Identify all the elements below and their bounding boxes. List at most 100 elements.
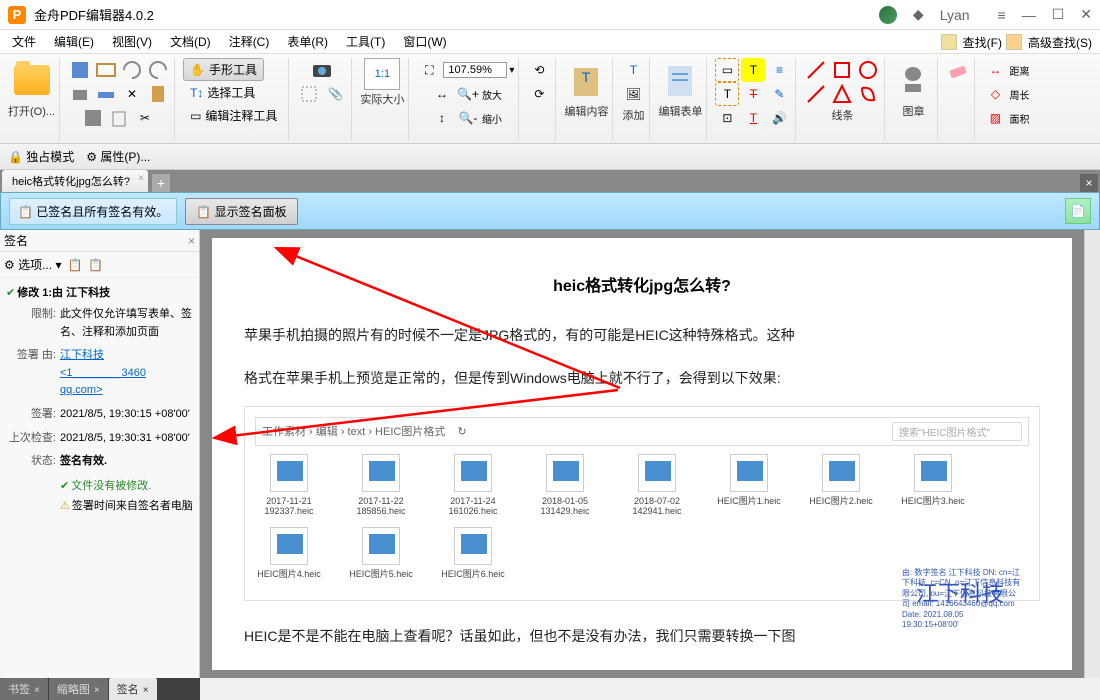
doc-tab[interactable]: heic格式转化jpg怎么转?× [2,170,148,192]
dist-icon[interactable]: ↔ [983,58,1007,82]
image2-icon[interactable]: 🖼 [621,82,645,106]
f7-icon[interactable]: ⊡ [715,106,739,130]
save-icon[interactable] [68,58,92,82]
document-area: heic格式转化jpg怎么转? 苹果手机拍摄的照片有的时候不一定是JPG格式的，… [200,230,1100,678]
fit-width-icon[interactable]: ↔ [430,82,454,106]
print-icon[interactable] [68,82,92,106]
paste-icon[interactable] [146,82,170,106]
doc-view-icon[interactable]: 📄 [1065,198,1091,224]
menu-form[interactable]: 表单(R) [279,31,336,52]
camera-icon[interactable] [310,58,334,82]
select-tool[interactable]: T↕选择工具 [183,81,262,104]
menu-comment[interactable]: 注释(C) [221,31,278,52]
check2-icon: ✔ [60,480,69,492]
shape4-icon[interactable] [856,82,880,106]
tab-signature[interactable]: 签名× [109,678,157,700]
tab-thumbnail[interactable]: 缩略图× [49,678,108,700]
image-icon[interactable] [81,106,105,130]
find-icon [941,34,957,50]
eraser-icon[interactable] [946,58,970,82]
attach-icon[interactable]: 📎 [323,82,347,106]
hand-tool[interactable]: ✋手形工具 [183,58,264,81]
scrollbar[interactable] [1084,230,1100,678]
properties[interactable]: ⚙ 属性(P)... [86,148,150,165]
zoomout-icon[interactable]: 🔍- [456,106,480,130]
zoom-input[interactable] [443,62,507,78]
f6-icon[interactable]: ✎ [767,82,791,106]
menu-edit[interactable]: 编辑(E) [46,31,102,52]
tab-close-icon[interactable]: × [138,173,144,184]
cut-icon[interactable]: ✂ [133,106,157,130]
app-title: 金舟PDF编辑器4.0.2 [34,5,879,24]
signby-link3[interactable]: qq.com> [60,384,103,396]
close-button[interactable]: ✕ [1080,6,1092,23]
stamp-tool[interactable] [893,58,933,102]
sig-options[interactable]: ⚙ 选项... ▾ [4,256,61,273]
crop-icon[interactable] [297,82,321,106]
zoom-dd[interactable]: ▾ [509,65,514,76]
zoomin-icon[interactable]: 🔍+ [456,82,480,106]
f8-icon[interactable]: T [741,106,765,130]
f3-icon[interactable]: ≡ [767,58,791,82]
zoomout-label: 缩小 [482,111,502,126]
open-button[interactable] [12,58,52,102]
undo-icon[interactable] [120,58,144,82]
mail-icon[interactable] [94,58,118,82]
delete-icon[interactable]: ✕ [120,82,144,106]
f2-icon[interactable]: T [741,58,765,82]
line2-icon[interactable] [804,82,828,106]
find-link[interactable]: 查找(F) [963,34,1002,51]
perimeter-label: 周长 [1009,87,1029,102]
shape3-icon[interactable] [830,82,854,106]
f4-icon[interactable]: T [715,82,739,106]
actual-size[interactable]: 1:1 [364,58,400,90]
menu-file[interactable]: 文件 [4,31,44,52]
shape1-icon[interactable] [830,58,854,82]
menu-view[interactable]: 视图(V) [104,31,160,52]
f5-icon[interactable]: T [741,82,765,106]
f1-icon[interactable]: ▭ [715,58,739,82]
check-icon: ✔ [6,287,15,299]
minimize-button[interactable]: — [1022,7,1036,23]
area-icon[interactable]: ▨ [983,106,1007,130]
redo-icon[interactable] [146,58,170,82]
fit-page-icon[interactable]: ⛶ [417,58,441,82]
signby-link1[interactable]: 江下科技 [60,349,104,361]
peri-icon[interactable]: ◇ [983,82,1007,106]
scan-icon[interactable] [94,82,118,106]
sig-panel-title: 签名 [4,232,28,249]
annotate-tool[interactable]: ▭编辑注释工具 [183,104,284,127]
signature-panel: 签名× ⚙ 选项... ▾ 📋 📋 ✔修改 1:由 江下科技 限制:此文件仅允许… [0,230,200,678]
tab-bookmark[interactable]: 书签× [0,678,48,700]
sig-refresh-icon[interactable]: 📋 [88,258,103,272]
user-avatar[interactable] [879,6,897,24]
show-sig-panel-button[interactable]: 📋 显示签名面板 [185,198,297,225]
menu-doc[interactable]: 文档(D) [162,31,219,52]
document-page[interactable]: heic格式转化jpg怎么转? 苹果手机拍摄的照片有的时候不一定是JPG格式的，… [212,238,1072,670]
sig-verify-icon[interactable]: 📋 [67,258,82,272]
menu-icon[interactable]: ≡ [998,7,1006,23]
shape2-icon[interactable] [856,58,880,82]
f9-icon[interactable]: 🔊 [767,106,791,130]
add-tab[interactable]: + [152,174,170,192]
edit-content[interactable]: T [566,58,606,102]
maximize-button[interactable]: ☐ [1052,6,1065,23]
rotate2-icon[interactable]: ⟳ [527,82,551,106]
file-item: 2017-11-21192337.heic [255,454,323,518]
rotate-icon[interactable]: ⟲ [527,58,551,82]
exclusive-mode[interactable]: 🔒 独占模式 [8,148,74,165]
fit-height-icon[interactable]: ↕ [430,106,454,130]
signby-link2[interactable]: <1________3460 [60,367,146,379]
warn-icon: ⚠ [60,500,70,512]
menu-tool[interactable]: 工具(T) [338,31,393,52]
stamp-label: 图章 [902,103,924,119]
text-icon[interactable]: T [621,58,645,82]
menu-window[interactable]: 窗口(W) [395,31,454,52]
close-all-tabs[interactable]: × [1080,174,1098,192]
advfind-link[interactable]: 高级查找(S) [1028,34,1092,51]
line1-icon[interactable] [804,58,828,82]
signature-stamp-info: 由: 数字签名 江下科技 DN: cn=江下科技, c=CN, o=江下信息科技… [902,568,1022,630]
edit-form[interactable] [660,58,700,102]
sig-panel-close[interactable]: × [188,234,195,248]
copy-icon[interactable] [107,106,131,130]
